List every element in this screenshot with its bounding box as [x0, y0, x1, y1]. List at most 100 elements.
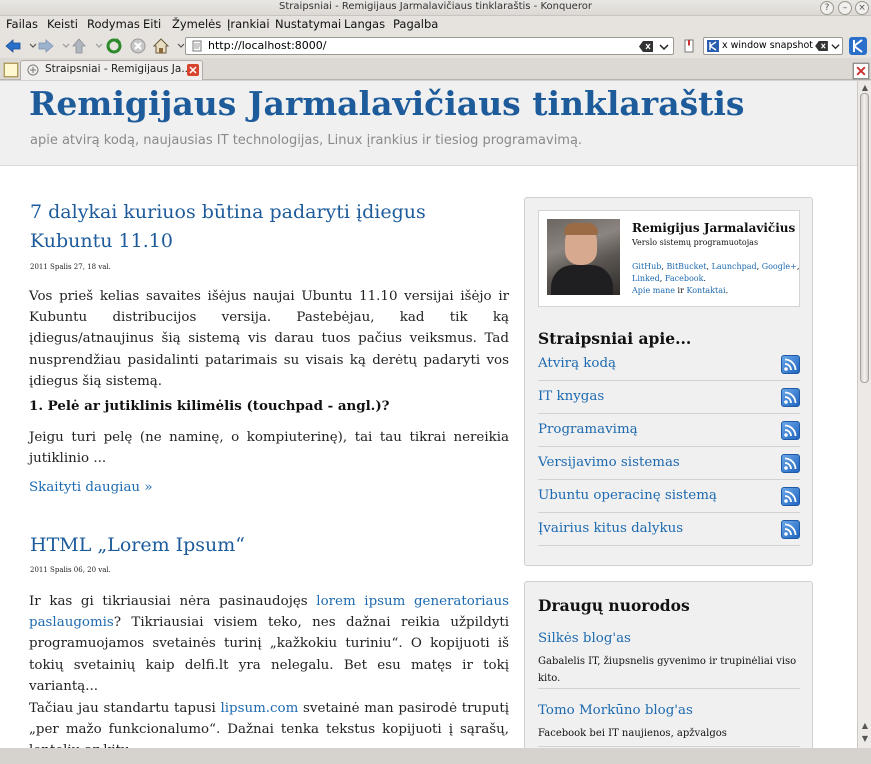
close-current-tab-icon[interactable]	[852, 62, 870, 80]
category-item[interactable]: Įvairius kitus dalykus	[538, 513, 800, 546]
author-avatar	[547, 219, 620, 295]
search-engine-icon[interactable]	[707, 40, 719, 52]
menu-failas[interactable]: Failas	[6, 17, 38, 31]
scrollbar-thumb[interactable]	[860, 93, 869, 383]
rss-icon[interactable]	[781, 487, 800, 506]
url-input[interactable]: http://localhost:8000/	[185, 37, 674, 55]
forward-history-chevron-icon[interactable]	[57, 37, 70, 55]
tab-label: Straipsniai - Remigijaus Ja...	[45, 63, 192, 75]
category-item[interactable]: Programavimą	[538, 414, 800, 447]
author-profile-card: Remigijus Jarmalavičius Verslo sistemų p…	[538, 210, 800, 307]
read-more-link[interactable]: Skaityti daugiau »	[29, 480, 153, 495]
menu-rodymas[interactable]: Rodymas	[87, 17, 140, 31]
help-button[interactable]: ?	[820, 1, 834, 15]
close-tab-icon[interactable]	[187, 64, 199, 76]
about-me-link[interactable]: Apie mane	[632, 286, 675, 295]
and-text: ir	[677, 286, 684, 295]
forward-icon[interactable]	[37, 37, 55, 55]
clear-search-icon[interactable]	[815, 41, 828, 51]
nav-toolbar: http://localhost:8000/ x window snapshot	[0, 34, 871, 58]
rss-icon[interactable]	[781, 421, 800, 440]
tab-page-icon	[27, 64, 39, 76]
rss-icon[interactable]	[781, 454, 800, 473]
category-item[interactable]: Versijavimo sistemas	[538, 447, 800, 480]
scroll-down-arrow-icon[interactable]: ▼	[860, 734, 870, 744]
window-titlebar: Straipsniai - Remigijaus Jarmalavičiaus …	[0, 0, 871, 16]
stop-icon[interactable]	[129, 37, 147, 55]
rss-icon[interactable]	[781, 520, 800, 539]
post2-paragraph-2: Tačiau jau standartu tapusi lipsum.com s…	[29, 698, 509, 748]
rss-icon[interactable]	[781, 355, 800, 374]
minimize-button[interactable]: –	[838, 1, 852, 15]
category-label[interactable]: Versijavimo sistemas	[538, 455, 680, 470]
friends-heading: Draugų nuorodos	[538, 596, 690, 615]
scroll-up-arrow-icon[interactable]: ▲	[860, 83, 870, 93]
friend-description: Facebook bei IT naujienos, apžvalgos	[538, 728, 727, 739]
site-subtitle: apie atvirą kodą, naujausias IT technolo…	[30, 133, 583, 148]
sidebar-friends-box: Draugų nuorodos Silkės blog'as Gabalelis…	[524, 581, 813, 748]
search-dropdown-chevron-icon[interactable]	[831, 42, 840, 51]
post-title-lorem-ipsum[interactable]: HTML „Lorem Ipsum“	[30, 531, 500, 560]
page-icon	[192, 40, 202, 52]
site-title[interactable]: Remigijaus Jarmalavičiaus tinklaraštis	[29, 84, 745, 123]
menu-nustatymai[interactable]: Nustatymai	[275, 17, 341, 31]
clear-url-icon[interactable]	[639, 41, 653, 52]
menu-zymeles[interactable]: Žymelės	[172, 17, 221, 31]
web-search-input[interactable]: x window snapshot	[703, 37, 843, 55]
lipsum-link[interactable]: lipsum.com	[220, 701, 298, 716]
github-link[interactable]: GitHub	[632, 262, 661, 271]
window-title: Straipsniai - Remigijaus Jarmalavičiaus …	[279, 1, 592, 12]
friend-link[interactable]: Silkės blog'as	[538, 631, 631, 646]
category-item[interactable]: Ubuntu operacinę sistemą	[538, 480, 800, 513]
author-name: Remigijus Jarmalavičius	[632, 221, 796, 235]
bitbucket-link[interactable]: BitBucket	[667, 262, 707, 271]
category-label[interactable]: IT knygas	[538, 389, 604, 404]
post-subheading: 1. Pelė ar jutiklinis kilimėlis (touchpa…	[29, 398, 390, 414]
author-role: Verslo sistemų programuotojas	[632, 238, 759, 247]
url-text[interactable]: http://localhost:8000/	[208, 39, 326, 52]
status-bar	[0, 748, 871, 764]
vertical-scrollbar[interactable]: ▲ ▲ ▼	[857, 81, 871, 748]
googleplus-link[interactable]: Google+	[762, 262, 797, 271]
rss-icon[interactable]	[781, 388, 800, 407]
post2-text-2: Tačiau jau standartu tapusi	[29, 701, 221, 716]
url-dropdown-chevron-icon[interactable]	[659, 42, 669, 52]
friend-link[interactable]: Tomo Morkūno blog'as	[538, 703, 693, 718]
menu-eiti[interactable]: Eiti	[143, 17, 161, 31]
menu-irankiai[interactable]: Įrankiai	[227, 17, 270, 31]
category-label[interactable]: Įvairius kitus dalykus	[538, 521, 683, 536]
post-paragraph-2: Jeigu turi pelę (ne naminę, o kompiuteri…	[29, 430, 509, 467]
scroll-up-arrow-bottom-icon[interactable]: ▲	[860, 721, 870, 731]
facebook-link[interactable]: Facebook	[665, 274, 704, 283]
launchpad-link[interactable]: Launchpad	[712, 262, 757, 271]
post-title-kubuntu[interactable]: 7 dalykai kuriuos būtina padaryti įdiegu…	[30, 198, 500, 256]
up-icon[interactable]	[70, 37, 88, 55]
post2-text: Ir kas gi tikriausiai nėra pasinaudojęs	[29, 594, 317, 609]
bookmark-page-icon[interactable]	[680, 37, 694, 55]
new-tab-icon[interactable]	[2, 61, 19, 78]
back-icon[interactable]	[4, 37, 22, 55]
close-window-button[interactable]: ×	[855, 1, 869, 15]
home-icon[interactable]	[152, 37, 170, 55]
category-label[interactable]: Atvirą kodą	[538, 356, 616, 371]
linked-link[interactable]: Linked	[632, 274, 660, 283]
menu-langas[interactable]: Langas	[344, 17, 385, 31]
category-item[interactable]: Atvirą kodą	[538, 348, 800, 381]
menu-keisti[interactable]: Keisti	[47, 17, 78, 31]
home-chevron-icon[interactable]	[172, 37, 185, 55]
reload-icon[interactable]	[105, 37, 123, 55]
up-chevron-icon[interactable]	[90, 37, 103, 55]
menu-pagalba[interactable]: Pagalba	[393, 17, 438, 31]
category-label[interactable]: Ubuntu operacinę sistemą	[538, 488, 717, 503]
post-paragraph: Vos prieš kelias savaites išėjus naujai …	[29, 289, 509, 389]
search-text[interactable]: x window snapshot	[722, 40, 813, 51]
contacts-link[interactable]: Kontaktai	[686, 286, 725, 295]
post2-paragraph: Ir kas gi tikriausiai nėra pasinaudojęs …	[29, 591, 509, 697]
konqueror-logo-icon	[849, 37, 867, 55]
category-label[interactable]: Programavimą	[538, 422, 638, 437]
category-item[interactable]: IT knygas	[538, 381, 800, 414]
back-history-chevron-icon[interactable]	[24, 37, 37, 55]
site-header: Remigijaus Jarmalavičiaus tinklaraštis a…	[0, 81, 857, 166]
sidebar-categories-box: Remigijus Jarmalavičius Verslo sistemų p…	[524, 197, 813, 566]
tab-straipsniai[interactable]: Straipsniai - Remigijaus Ja...	[20, 60, 203, 80]
